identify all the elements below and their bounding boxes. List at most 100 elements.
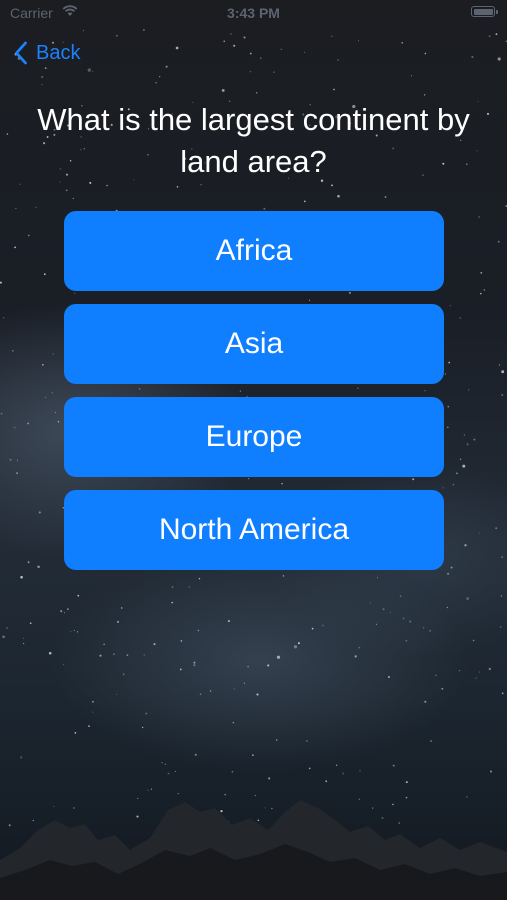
star bbox=[6, 133, 9, 135]
star bbox=[14, 246, 17, 249]
star bbox=[478, 532, 480, 534]
star bbox=[263, 207, 266, 210]
star bbox=[467, 389, 470, 391]
star bbox=[243, 682, 245, 684]
star bbox=[54, 411, 56, 413]
star bbox=[462, 464, 466, 468]
star bbox=[188, 586, 191, 588]
star bbox=[501, 556, 504, 559]
star bbox=[273, 71, 275, 73]
star bbox=[501, 394, 504, 396]
star bbox=[335, 764, 338, 766]
star bbox=[311, 627, 314, 630]
answer-button-europe[interactable]: Europe bbox=[64, 397, 444, 477]
star bbox=[20, 756, 23, 759]
star bbox=[193, 664, 196, 667]
answer-button-north-america[interactable]: North America bbox=[64, 490, 444, 570]
star bbox=[276, 655, 281, 659]
back-label: Back bbox=[36, 41, 81, 64]
star bbox=[458, 669, 461, 672]
star bbox=[471, 55, 474, 59]
star bbox=[424, 52, 427, 55]
back-button[interactable]: Back bbox=[14, 38, 80, 68]
status-bar: Carrier 3:43 PM bbox=[0, 0, 507, 28]
star bbox=[342, 772, 345, 775]
star bbox=[422, 626, 425, 629]
star bbox=[382, 608, 385, 611]
star bbox=[60, 610, 63, 613]
star bbox=[233, 688, 235, 690]
star bbox=[252, 754, 254, 756]
star bbox=[478, 216, 480, 218]
star bbox=[22, 642, 25, 645]
star bbox=[445, 373, 447, 375]
star bbox=[87, 68, 91, 72]
star bbox=[120, 607, 123, 609]
star bbox=[331, 35, 333, 37]
star bbox=[92, 71, 94, 73]
star bbox=[193, 661, 196, 664]
star bbox=[337, 194, 340, 198]
star bbox=[63, 612, 66, 614]
star bbox=[392, 764, 395, 767]
star bbox=[57, 420, 60, 423]
answer-button-asia[interactable]: Asia bbox=[64, 304, 444, 384]
star bbox=[480, 272, 483, 274]
star bbox=[0, 281, 2, 284]
star bbox=[2, 635, 5, 639]
star bbox=[23, 637, 25, 639]
star bbox=[452, 484, 454, 486]
star bbox=[389, 611, 391, 613]
star bbox=[466, 443, 469, 446]
star bbox=[0, 412, 3, 415]
status-time: 3:43 PM bbox=[227, 5, 280, 21]
star bbox=[171, 586, 174, 589]
star bbox=[479, 292, 482, 295]
star bbox=[197, 629, 200, 632]
star bbox=[167, 772, 170, 775]
star bbox=[501, 692, 504, 695]
star bbox=[384, 196, 387, 198]
star bbox=[409, 620, 412, 623]
star bbox=[475, 677, 477, 679]
star bbox=[447, 405, 450, 408]
star bbox=[410, 75, 413, 77]
star bbox=[116, 620, 120, 623]
star bbox=[13, 426, 16, 429]
star bbox=[2, 317, 5, 319]
answer-list: Africa Asia Europe North America bbox=[64, 211, 444, 583]
star bbox=[483, 289, 486, 291]
star bbox=[268, 777, 271, 780]
star bbox=[430, 740, 433, 743]
star bbox=[249, 52, 252, 55]
star bbox=[180, 640, 183, 642]
star bbox=[176, 185, 179, 188]
star bbox=[12, 350, 14, 352]
star bbox=[175, 46, 179, 50]
star bbox=[387, 676, 390, 678]
star bbox=[72, 197, 74, 200]
star bbox=[27, 561, 30, 564]
star bbox=[399, 595, 402, 598]
star bbox=[116, 35, 118, 37]
star bbox=[231, 770, 234, 773]
star bbox=[42, 363, 44, 366]
star bbox=[20, 575, 23, 579]
star bbox=[303, 200, 306, 203]
star bbox=[66, 608, 69, 611]
star bbox=[464, 544, 467, 547]
star bbox=[448, 361, 451, 364]
star bbox=[369, 602, 371, 604]
answer-button-africa[interactable]: Africa bbox=[64, 211, 444, 291]
star bbox=[142, 29, 145, 31]
battery-icon bbox=[471, 6, 498, 17]
star bbox=[424, 700, 427, 703]
star bbox=[423, 94, 426, 96]
star bbox=[77, 594, 80, 597]
star bbox=[82, 30, 84, 32]
star bbox=[73, 629, 75, 631]
star bbox=[501, 370, 505, 374]
star bbox=[70, 630, 72, 632]
star bbox=[227, 620, 230, 623]
star bbox=[155, 82, 157, 84]
